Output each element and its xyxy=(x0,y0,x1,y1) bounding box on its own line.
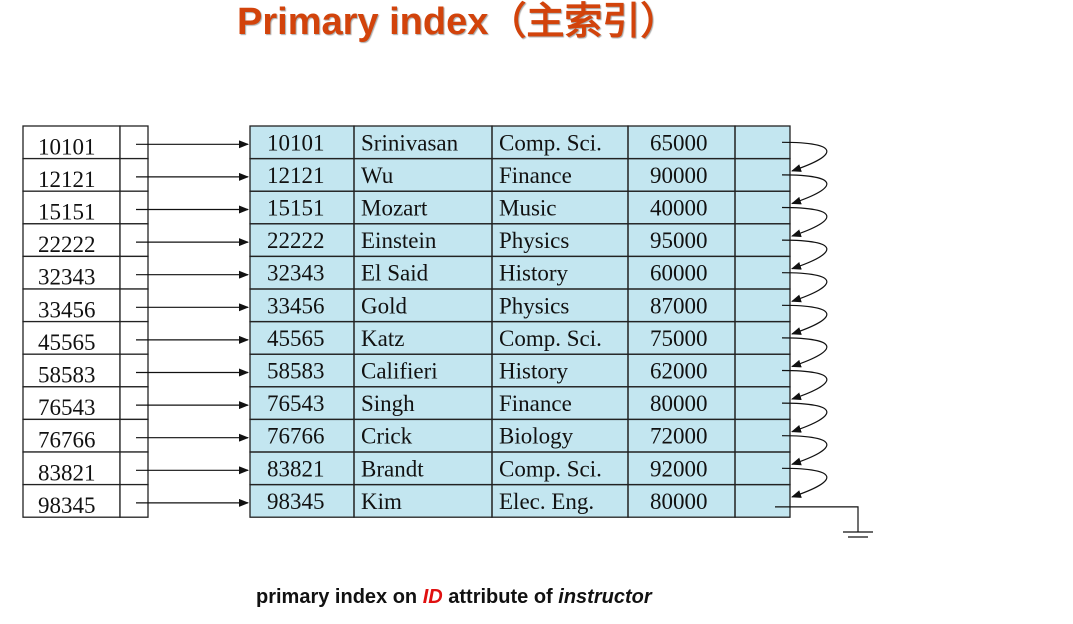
record-dept-label: History xyxy=(499,359,569,384)
record-dept-label: Comp. Sci. xyxy=(499,456,602,481)
index-pointer-cell xyxy=(119,190,149,225)
record-id-label: 12121 xyxy=(267,163,325,188)
index-pointer-cell xyxy=(119,418,149,453)
index-key-label: 76543 xyxy=(38,395,96,420)
record-id-label: 15151 xyxy=(267,196,325,221)
record-dept-label: Music xyxy=(499,196,557,221)
index-key-label: 76766 xyxy=(38,428,96,453)
record-salary-label: 75000 xyxy=(650,326,708,351)
record-dept-label: Comp. Sci. xyxy=(499,326,602,351)
record-id-label: 76766 xyxy=(267,424,325,449)
record-name-label: Crick xyxy=(361,424,413,449)
record-name-label: Einstein xyxy=(361,228,437,253)
index-key-label: 58583 xyxy=(38,363,96,388)
record-dept-label: Physics xyxy=(499,293,569,318)
record-name-label: Califieri xyxy=(361,359,438,384)
record-salary-label: 80000 xyxy=(650,489,708,514)
index-pointer-cell xyxy=(119,288,149,323)
record-id-label: 10101 xyxy=(267,130,325,155)
index-pointer-cell xyxy=(119,451,149,486)
record-name-label: Gold xyxy=(361,293,408,318)
index-pointer-cell xyxy=(119,255,149,290)
record-dept-label: Biology xyxy=(499,424,574,449)
index-key-label: 32343 xyxy=(38,265,96,290)
primary-index-diagram: 10101 12121 15151 22222 32343 33456 45565 58583… xyxy=(22,125,873,538)
record-salary-label: 72000 xyxy=(650,424,708,449)
record-dept-label: Finance xyxy=(499,391,572,416)
record-name-label: Mozart xyxy=(361,196,428,221)
record-dept-label: History xyxy=(499,261,569,286)
index-key-label: 22222 xyxy=(38,232,96,257)
caption-text-1: primary index on xyxy=(256,586,423,608)
record-id-label: 76543 xyxy=(267,391,325,416)
record-dept-label: Elec. Eng. xyxy=(499,489,594,514)
record-name-label: Kim xyxy=(361,489,402,514)
index-key-label: 33456 xyxy=(38,297,96,322)
diagram-caption: primary index on ID attribute of instruc… xyxy=(256,585,652,609)
record-salary-label: 87000 xyxy=(650,293,708,318)
record-dept-label: Comp. Sci. xyxy=(499,130,602,155)
index-pointer-cell xyxy=(119,157,149,192)
index-key-label: 15151 xyxy=(38,200,96,225)
record-name-label: Katz xyxy=(361,326,404,351)
record-id-label: 45565 xyxy=(267,326,325,351)
record-name-label: Wu xyxy=(361,163,394,188)
record-salary-label: 65000 xyxy=(650,130,708,155)
index-pointer-cell xyxy=(119,320,149,355)
record-salary-label: 95000 xyxy=(650,228,708,253)
index-pointer-cell xyxy=(119,223,149,258)
record-id-label: 98345 xyxy=(267,489,325,514)
record-dept-label: Physics xyxy=(499,228,569,253)
record-name-label: Brandt xyxy=(361,456,424,481)
index-file: 10101 12121 15151 22222 32343 33456 45565 58583… xyxy=(22,125,149,518)
index-key-label: 45565 xyxy=(38,330,96,355)
record-id-label: 22222 xyxy=(267,228,325,253)
record-name-label: Srinivasan xyxy=(361,130,459,155)
index-key-label: 10101 xyxy=(38,134,96,159)
index-pointer-arrows xyxy=(136,140,249,507)
index-pointer-cell xyxy=(119,125,149,160)
record-id-label: 32343 xyxy=(267,261,325,286)
record-salary-label: 80000 xyxy=(650,391,708,416)
record-name-label: El Said xyxy=(361,261,429,286)
record-dept-label: Finance xyxy=(499,163,572,188)
index-key-label: 98345 xyxy=(38,493,96,518)
index-key-label: 83821 xyxy=(38,460,96,485)
record-salary-label: 92000 xyxy=(650,456,708,481)
caption-text-2: attribute of xyxy=(442,586,559,608)
caption-relation-name: instructor xyxy=(558,586,652,608)
record-file: 10101 Srinivasan Comp. Sci. 65000 12121 Wu Fin… xyxy=(249,125,791,518)
caption-keyword-id: ID xyxy=(422,586,443,608)
record-id-label: 58583 xyxy=(267,359,325,384)
index-pointer-cell xyxy=(119,483,149,518)
record-id-label: 33456 xyxy=(267,293,325,318)
record-salary-label: 90000 xyxy=(650,163,708,188)
index-key-label: 12121 xyxy=(38,167,96,192)
record-salary-label: 40000 xyxy=(650,196,708,221)
record-name-label: Singh xyxy=(361,391,415,416)
index-pointer-cell xyxy=(119,386,149,421)
index-pointer-cell xyxy=(119,353,149,388)
record-id-label: 83821 xyxy=(267,456,325,481)
record-salary-label: 60000 xyxy=(650,261,708,286)
record-salary-label: 62000 xyxy=(650,359,708,384)
